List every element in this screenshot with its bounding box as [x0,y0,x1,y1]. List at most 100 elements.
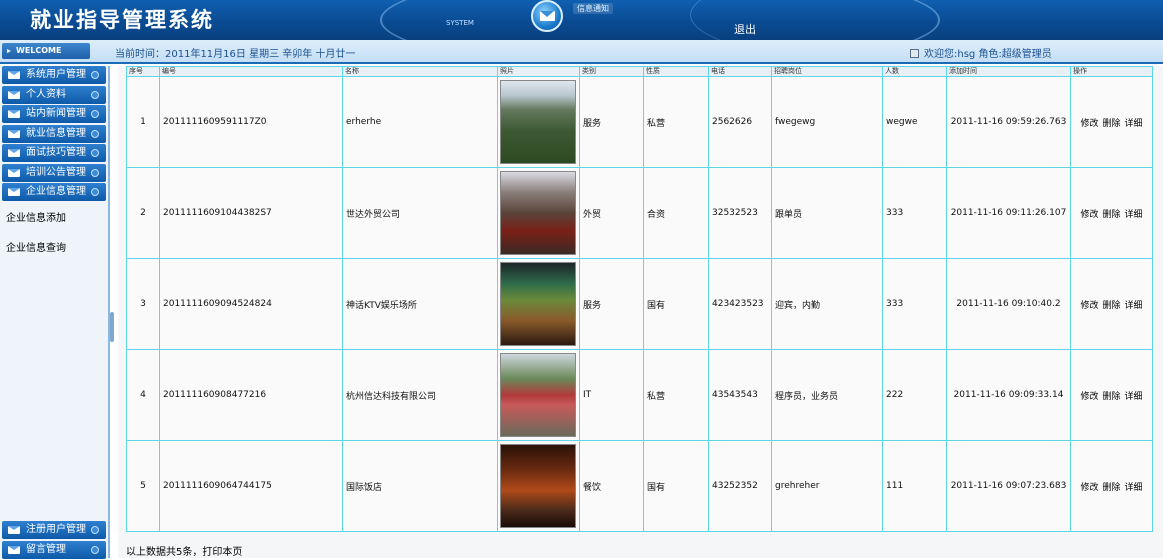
mail-icon [8,90,20,99]
sidebar-item-jobs[interactable]: 就业信息管理 [2,124,106,143]
mail-icon [8,188,20,196]
edit-link[interactable]: 修改 [1080,119,1098,129]
column-header: 类别 [579,66,644,77]
bottom-menu: 注册用户管理 留言管理 [0,521,108,560]
edit-link[interactable]: 修改 [1080,210,1098,220]
column-header: 照片 [497,66,580,77]
delete-link[interactable]: 删除 [1102,392,1120,402]
row-id: 2011111609094524824 [159,258,343,350]
delete-link[interactable]: 删除 [1102,210,1120,220]
mail-icon [8,149,20,157]
row-index: 2 [126,167,160,259]
sidebar-item-profile[interactable]: 个人资料 [2,85,106,104]
expand-icon [91,526,99,534]
row-id: 2011111609064744175 [159,440,343,532]
user-info-text: 欢迎您:hsg 角色:超级管理员 [924,49,1052,60]
column-header: 编号 [159,66,343,77]
row-position: 程序员，业务员 [771,349,883,441]
sidebar-item-messages[interactable]: 留言管理 [2,540,106,559]
delete-link[interactable]: 删除 [1102,483,1120,493]
column-header: 电话 [708,66,772,77]
mail-icon [8,526,20,534]
mail-label[interactable]: 信息通知 [573,3,613,14]
row-actions: 修改 删除 详细 [1070,258,1153,350]
app-title: 就业指导管理系统 [30,7,214,32]
row-time: 2011-11-16 09:59:26.763 [946,76,1071,168]
detail-link[interactable]: 详细 [1125,483,1143,493]
expand-icon [91,110,99,118]
table-row: 1 2011111609591117Z0 erherhe 服务 私营 25626… [126,76,1153,168]
sidebar-item-label: 系统用户管理 [26,69,86,80]
row-position: 迎宾，内勤 [771,258,883,350]
row-type: 餐饮 [579,440,644,532]
mail-icon [8,545,20,554]
row-name: 国际饭店 [342,440,498,532]
delete-link[interactable]: 删除 [1102,301,1120,311]
table-row: 4 201111160908477216 杭州信达科技有限公司 IT 私营 43… [126,349,1153,441]
row-id: 201111160908477216 [159,349,343,441]
column-header: 性质 [643,66,709,77]
sidebar-item-news[interactable]: 站内新闻管理 [2,105,106,123]
submenu-item-add-company[interactable]: 企业信息添加 [0,211,108,241]
row-time: 2011-11-16 09:07:23.683 [946,440,1071,532]
column-header: 招聘岗位 [771,66,883,77]
row-tel: 32532523 [708,167,772,259]
sidebar-item-label: 面试技巧管理 [26,147,86,158]
row-tel: 43252352 [708,440,772,532]
sidebar-splitter[interactable] [110,312,114,342]
edit-link[interactable]: 修改 [1080,392,1098,402]
sidebar-item-interview-tips[interactable]: 面试技巧管理 [2,144,106,162]
row-name: erherhe [342,76,498,168]
row-name: 神话KTV娱乐场所 [342,258,498,350]
column-header: 添加时间 [946,66,1071,77]
expand-icon [91,149,99,157]
row-type: 服务 [579,76,644,168]
sidebar-item-label: 站内新闻管理 [26,108,86,119]
detail-link[interactable]: 详细 [1125,210,1143,220]
detail-link[interactable]: 详细 [1125,392,1143,402]
main-content: 序号 编号 名称 照片 类别 性质 电话 招聘岗位 人数 添加时间 操作 1 2… [118,66,1163,558]
sidebar-item-registered-users[interactable]: 注册用户管理 [2,521,106,539]
sidebar: 系统用户管理 个人资料 站内新闻管理 就业信息管理 面试技巧管理 培训公告管理 … [0,66,110,560]
expand-icon [91,129,99,138]
row-kind: 国有 [643,258,709,350]
sidebar-item-label: 培训公告管理 [26,166,86,178]
sidebar-item-training[interactable]: 培训公告管理 [2,163,106,182]
sidebar-item-label: 企业信息管理 [26,186,86,197]
top-banner: 就业指导管理系统 SYSTEM 信息通知 退出 [0,0,1163,40]
row-tel: 43543543 [708,349,772,441]
row-actions: 修改 删除 详细 [1070,76,1153,168]
row-kind: 国有 [643,440,709,532]
company-photo [500,80,576,164]
submenu-item-query-company[interactable]: 企业信息查询 [0,241,108,271]
company-photo [500,262,576,346]
row-id: 2011111609591117Z0 [159,76,343,168]
detail-link[interactable]: 详细 [1125,301,1143,311]
mail-icon[interactable] [531,0,563,32]
delete-link[interactable]: 删除 [1102,119,1120,129]
edit-link[interactable]: 修改 [1080,301,1098,311]
mail-icon [8,71,20,79]
row-actions: 修改 删除 详细 [1070,167,1153,259]
row-type: 外贸 [579,167,644,259]
mail-icon [8,129,20,138]
row-count: wegwe [882,76,947,168]
column-header: 人数 [882,66,947,77]
table-header-row: 序号 编号 名称 照片 类别 性质 电话 招聘岗位 人数 添加时间 操作 [126,66,1153,77]
row-photo-cell [497,167,580,259]
row-photo-cell [497,349,580,441]
current-time: 当前时间：2011年11月16日 星期三 辛卯年 十月廿一 [115,49,356,60]
sidebar-item-system-users[interactable]: 系统用户管理 [2,66,106,84]
row-actions: 修改 删除 详细 [1070,349,1153,441]
sidebar-item-label: 个人资料 [26,88,66,100]
company-photo [500,171,576,255]
row-photo-cell [497,440,580,532]
table-row: 3 2011111609094524824 神话KTV娱乐场所 服务 国有 42… [126,258,1153,350]
logout-button[interactable]: 退出 [734,21,756,37]
row-index: 1 [126,76,160,168]
detail-link[interactable]: 详细 [1125,119,1143,129]
edit-link[interactable]: 修改 [1080,483,1098,493]
column-header: 操作 [1070,66,1153,77]
sidebar-item-company-info[interactable]: 企业信息管理 [2,183,106,201]
expand-icon [91,168,99,177]
